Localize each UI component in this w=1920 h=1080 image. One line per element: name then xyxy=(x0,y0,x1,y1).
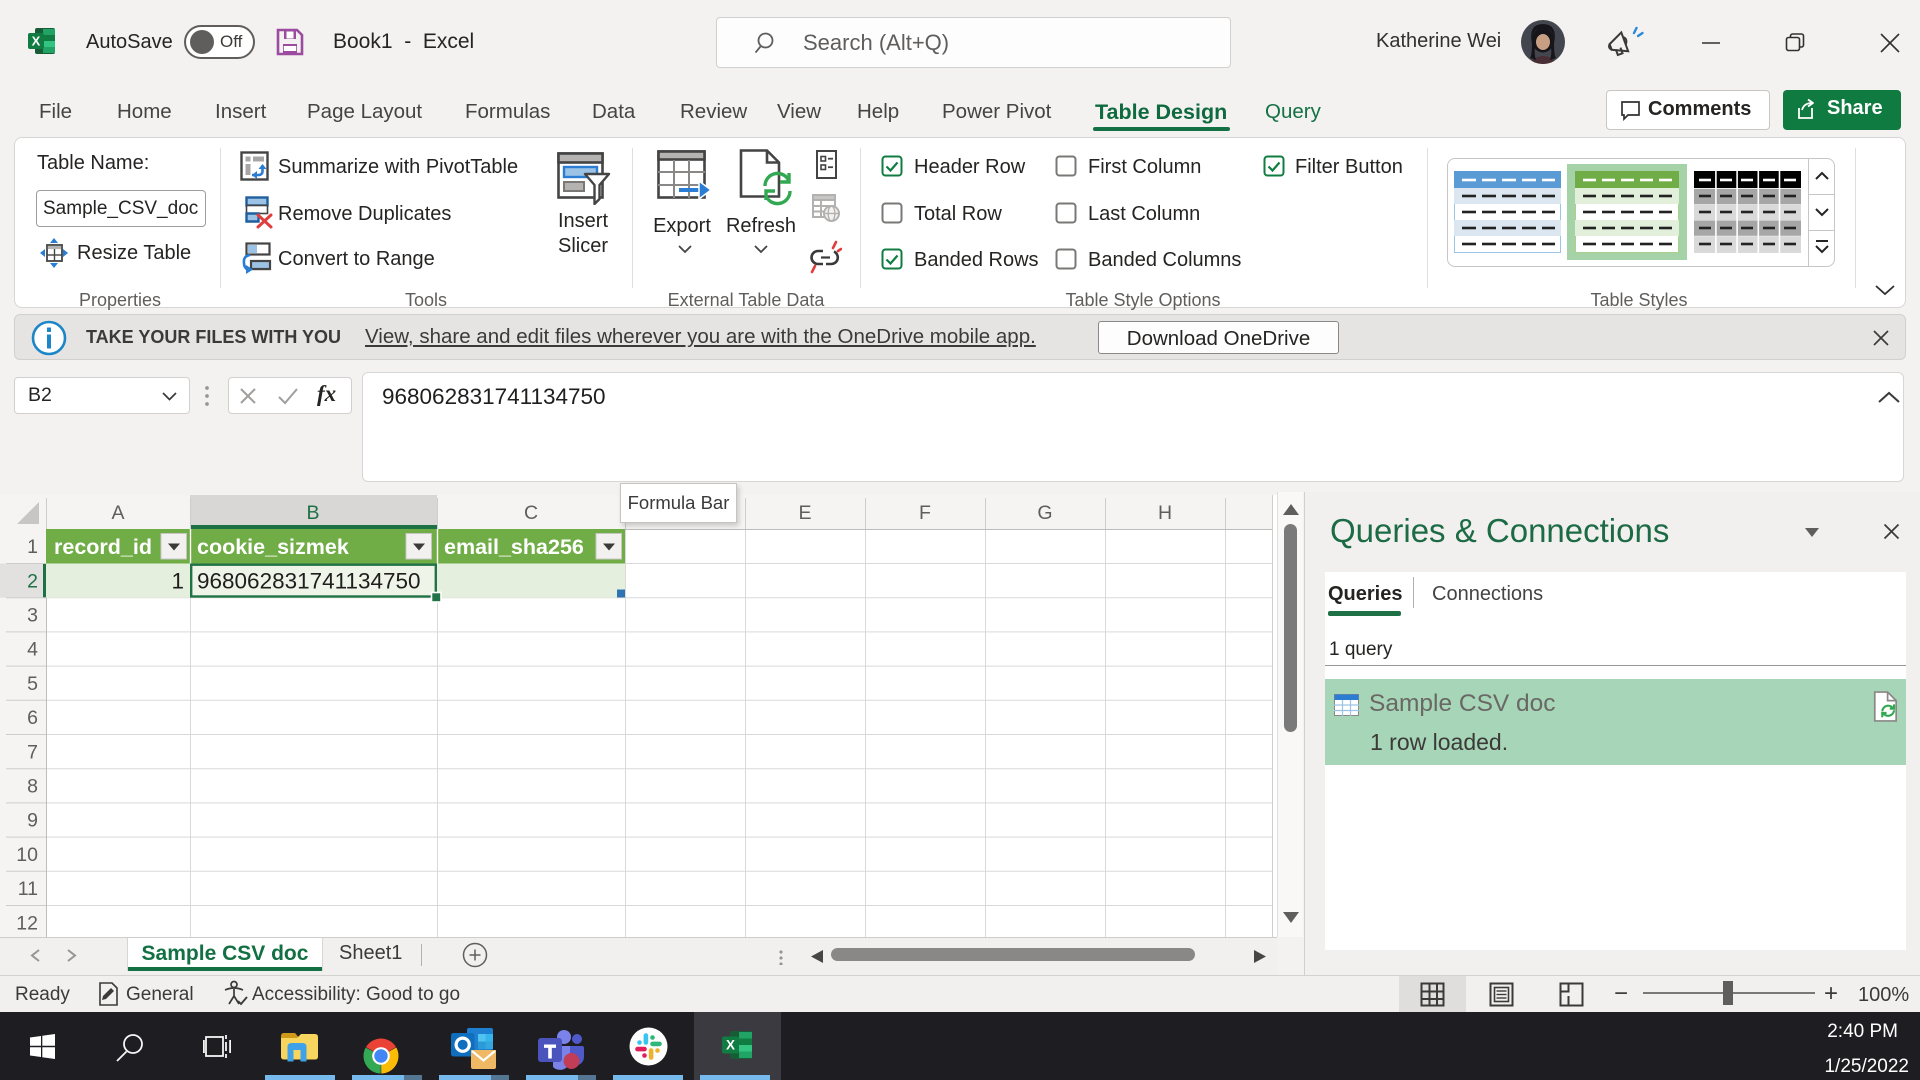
svg-text:B: B xyxy=(306,502,319,524)
svg-text:email_sha256: email_sha256 xyxy=(444,535,584,559)
svg-text:F: F xyxy=(919,502,931,524)
svg-text:4: 4 xyxy=(27,639,38,661)
svg-text:6: 6 xyxy=(27,707,38,729)
svg-text:12: 12 xyxy=(16,912,38,934)
svg-text:E: E xyxy=(798,502,811,524)
svg-text:1: 1 xyxy=(171,569,184,594)
svg-text:record_id: record_id xyxy=(54,535,152,559)
svg-text:1: 1 xyxy=(27,536,38,558)
svg-text:A: A xyxy=(111,502,124,524)
svg-text:5: 5 xyxy=(27,673,38,695)
svg-text:10: 10 xyxy=(16,844,38,866)
svg-text:X: X xyxy=(726,1038,735,1053)
svg-text:8: 8 xyxy=(27,776,38,798)
svg-text:3: 3 xyxy=(27,605,38,627)
svg-text:H: H xyxy=(1158,502,1172,524)
svg-text:968062831741134750: 968062831741134750 xyxy=(197,569,421,594)
svg-text:cookie_sizmek: cookie_sizmek xyxy=(197,535,349,559)
svg-text:G: G xyxy=(1037,502,1052,524)
svg-text:2: 2 xyxy=(27,570,38,592)
svg-text:7: 7 xyxy=(27,741,38,763)
svg-text:11: 11 xyxy=(18,878,38,900)
svg-text:9: 9 xyxy=(27,810,38,832)
svg-text:X: X xyxy=(32,34,41,49)
svg-text:C: C xyxy=(524,502,538,524)
